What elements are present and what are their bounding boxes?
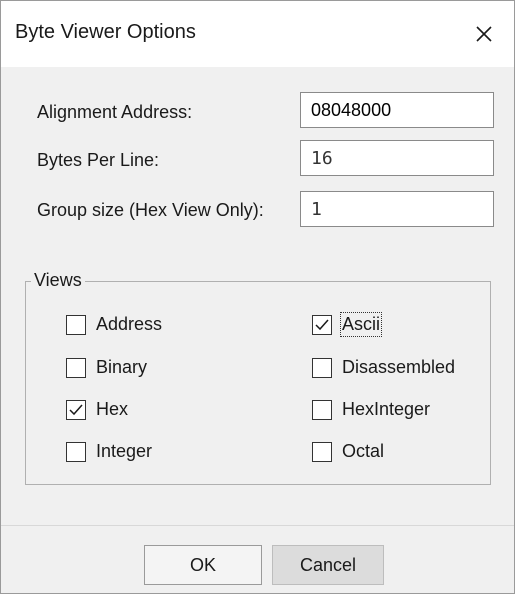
checkbox-box[interactable] — [66, 399, 86, 420]
checkbox-integer[interactable]: Integer — [66, 441, 152, 462]
checkmark-icon — [69, 404, 83, 415]
dialog-title: Byte Viewer Options — [15, 21, 196, 43]
checkbox-label: Octal — [342, 441, 385, 461]
checkbox-label: Integer — [96, 441, 153, 461]
alignment-address-label: Alignment Address: — [37, 102, 193, 122]
checkbox-label: Hex — [96, 399, 129, 419]
checkbox-box[interactable] — [312, 399, 332, 420]
cancel-button[interactable]: Cancel — [272, 545, 384, 585]
checkbox-label: Disassembled — [342, 357, 456, 377]
group-size-field[interactable] — [300, 191, 494, 227]
checkbox-box[interactable] — [66, 441, 86, 462]
checkbox-label: HexInteger — [342, 399, 431, 419]
checkbox-octal[interactable]: Octal — [312, 441, 384, 462]
checkbox-hexinteger[interactable]: HexInteger — [312, 399, 430, 420]
checkbox-address[interactable]: Address — [66, 314, 162, 335]
bytes-per-line-label: Bytes Per Line: — [37, 150, 160, 170]
checkbox-label: Binary — [96, 357, 148, 377]
checkmark-icon — [315, 319, 329, 330]
checkbox-disassembled[interactable]: Disassembled — [312, 357, 455, 378]
checkbox-label: Address — [96, 314, 163, 334]
title-bar: Byte Viewer Options — [1, 1, 514, 67]
checkbox-hex[interactable]: Hex — [66, 399, 128, 420]
checkbox-label: Ascii — [339, 312, 383, 337]
close-icon — [476, 26, 492, 42]
ok-button[interactable]: OK — [144, 545, 262, 585]
checkbox-ascii[interactable]: Ascii — [312, 312, 383, 337]
checkbox-box[interactable] — [312, 441, 332, 462]
views-legend: Views — [31, 270, 85, 291]
checkbox-box[interactable] — [66, 357, 86, 378]
close-button[interactable] — [454, 1, 514, 67]
checkbox-binary[interactable]: Binary — [66, 357, 147, 378]
checkbox-box[interactable] — [66, 314, 86, 335]
byte-viewer-options-dialog: Byte Viewer Options Alignment Address: B… — [0, 0, 515, 594]
group-size-label: Group size (Hex View Only): — [37, 200, 264, 220]
footer-separator — [1, 525, 514, 526]
alignment-address-field[interactable] — [300, 92, 494, 128]
checkbox-box[interactable] — [312, 314, 332, 335]
checkbox-box[interactable] — [312, 357, 332, 378]
bytes-per-line-field[interactable] — [300, 140, 494, 176]
